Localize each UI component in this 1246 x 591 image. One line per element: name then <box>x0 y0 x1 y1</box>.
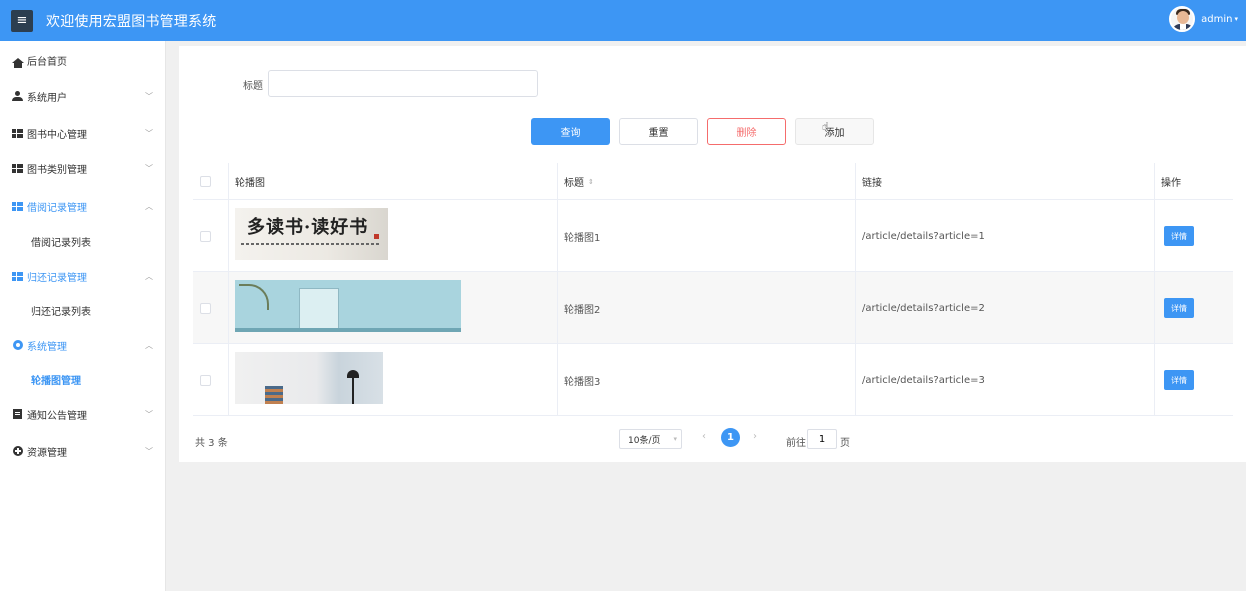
details-button[interactable]: 详情 <box>1164 370 1194 390</box>
carousel-image-thumbnail <box>235 352 383 404</box>
row-checkbox[interactable] <box>200 375 211 386</box>
chevron-down-icon: ﹀ <box>145 446 153 456</box>
menu-toggle-button[interactable]: ≡ <box>11 9 33 32</box>
sidebar-item-borrow-records[interactable]: 借阅记录管理 ︿ <box>0 189 165 223</box>
row-title: 轮播图3 <box>564 376 601 388</box>
user-menu[interactable]: admin ▾ <box>1169 6 1238 32</box>
title-filter-input[interactable] <box>268 70 538 97</box>
sidebar-item-label: 归还记录管理 <box>27 272 87 284</box>
sidebar-item-label: 通知公告管理 <box>27 410 87 422</box>
sidebar-item-label: 图书类别管理 <box>27 164 87 176</box>
delete-button[interactable]: 删除 <box>707 118 786 145</box>
prev-page-button[interactable]: ‹ <box>702 431 706 442</box>
doc-icon <box>12 409 23 420</box>
grid-icon <box>12 163 23 174</box>
column-header-title-label: 标题 <box>564 178 584 189</box>
goto-page-input[interactable] <box>807 429 837 449</box>
table-header: 轮播图 标题 ⇕ 链接 操作 <box>193 163 1233 200</box>
plus-circle-icon <box>12 446 23 457</box>
details-button[interactable]: 详情 <box>1164 298 1194 318</box>
row-link: /article/details?article=2 <box>862 302 985 314</box>
sidebar-item-book-category[interactable]: 图书类别管理 ﹀ <box>0 151 165 185</box>
column-header-image: 轮播图 <box>235 178 265 189</box>
hamburger-icon: ≡ <box>16 13 28 28</box>
column-header-link: 链接 <box>862 178 882 189</box>
hand-cursor-icon: ☝ <box>822 120 829 133</box>
pagination-total: 共 3 条 <box>195 438 228 449</box>
grid-icon <box>12 128 23 139</box>
sidebar-item-label: 图书中心管理 <box>27 129 87 141</box>
chevron-down-icon: ﹀ <box>145 163 153 173</box>
next-page-button[interactable]: › <box>753 431 757 442</box>
row-checkbox[interactable] <box>200 231 211 242</box>
chevron-up-icon: ︿ <box>145 271 153 281</box>
chevron-up-icon: ︿ <box>145 201 153 211</box>
sort-icon[interactable]: ⇕ <box>588 178 594 186</box>
grid-icon <box>12 201 23 212</box>
details-button[interactable]: 详情 <box>1164 226 1194 246</box>
page-number-current[interactable]: 1 <box>721 428 740 447</box>
chevron-down-icon[interactable]: ▾ <box>1234 15 1238 23</box>
title-filter-label: 标题 <box>243 81 263 92</box>
sidebar-subitem-return-list[interactable]: 归还记录列表 <box>0 293 165 327</box>
top-header-bar: ≡ 欢迎使用宏盟图书管理系统 admin ▾ <box>0 0 1246 41</box>
sidebar-item-label: 借阅记录管理 <box>27 202 87 214</box>
app-title: 欢迎使用宏盟图书管理系统 <box>46 13 217 30</box>
carousel-image-thumbnail: 多读书·读好书 <box>235 208 388 260</box>
chevron-down-icon: ﹀ <box>145 91 153 101</box>
goto-label: 前往 <box>786 438 806 449</box>
reset-button[interactable]: 重置 <box>619 118 698 145</box>
page-size-select[interactable]: 10条/页 ▾ <box>619 429 682 449</box>
table-row: 轮播图2 /article/details?article=2 详情 <box>193 272 1233 344</box>
sidebar-subitem-borrow-list[interactable]: 借阅记录列表 <box>0 224 165 258</box>
carousel-image-thumbnail <box>235 280 461 332</box>
goto-unit: 页 <box>840 438 850 449</box>
sidebar-item-resource-management[interactable]: 资源管理 ﹀ <box>0 434 165 468</box>
sidebar-item-book-center[interactable]: 图书中心管理 ﹀ <box>0 116 165 150</box>
chevron-up-icon: ︿ <box>145 340 153 350</box>
table-row: 多读书·读好书 轮播图1 /article/details?article=1 … <box>193 200 1233 272</box>
sidebar: 后台首页 系统用户 ﹀ 图书中心管理 ﹀ 图书类别管理 ﹀ 借阅记录管理 ︿ 借… <box>0 41 166 591</box>
column-header-title[interactable]: 标题 ⇕ <box>564 163 594 200</box>
avatar[interactable] <box>1169 6 1196 32</box>
sidebar-item-system-management[interactable]: 系统管理 ︿ <box>0 328 165 362</box>
gear-icon <box>12 340 23 351</box>
query-button[interactable]: 查询 <box>531 118 610 145</box>
sidebar-item-return-records[interactable]: 归还记录管理 ︿ <box>0 259 165 293</box>
column-header-operation: 操作 <box>1161 178 1181 189</box>
grid-icon <box>12 271 23 282</box>
page-size-value: 10条/页 <box>628 435 661 446</box>
row-link: /article/details?article=1 <box>862 230 985 242</box>
row-link: /article/details?article=3 <box>862 374 985 386</box>
chevron-down-icon: ▾ <box>673 435 677 443</box>
sidebar-item-label: 系统管理 <box>27 341 67 353</box>
chevron-down-icon: ﹀ <box>145 128 153 138</box>
sidebar-item-label: 系统用户 <box>27 92 67 104</box>
select-all-checkbox[interactable] <box>200 176 211 187</box>
sidebar-item-notice-management[interactable]: 通知公告管理 ﹀ <box>0 397 165 431</box>
sidebar-subitem-carousel-management[interactable]: 轮播图管理 <box>0 362 165 396</box>
user-icon <box>12 90 23 102</box>
row-title: 轮播图1 <box>564 232 601 244</box>
sidebar-item-label: 归还记录列表 <box>31 306 91 318</box>
row-checkbox[interactable] <box>200 303 211 314</box>
sidebar-item-label: 资源管理 <box>27 447 67 459</box>
sidebar-item-label: 轮播图管理 <box>31 375 81 387</box>
user-name[interactable]: admin <box>1201 14 1232 25</box>
sidebar-item-label: 借阅记录列表 <box>31 237 91 249</box>
sidebar-item-dashboard[interactable]: 后台首页 <box>0 43 165 77</box>
home-icon <box>11 55 24 68</box>
add-button[interactable]: 添加 <box>795 118 874 145</box>
chevron-down-icon: ﹀ <box>145 409 153 419</box>
sidebar-item-system-users[interactable]: 系统用户 ﹀ <box>0 79 165 113</box>
table-row: 轮播图3 /article/details?article=3 详情 <box>193 344 1233 416</box>
sidebar-item-label: 后台首页 <box>27 56 67 68</box>
row-title: 轮播图2 <box>564 304 601 316</box>
carousel-image-text: 多读书·读好书 <box>247 217 369 238</box>
